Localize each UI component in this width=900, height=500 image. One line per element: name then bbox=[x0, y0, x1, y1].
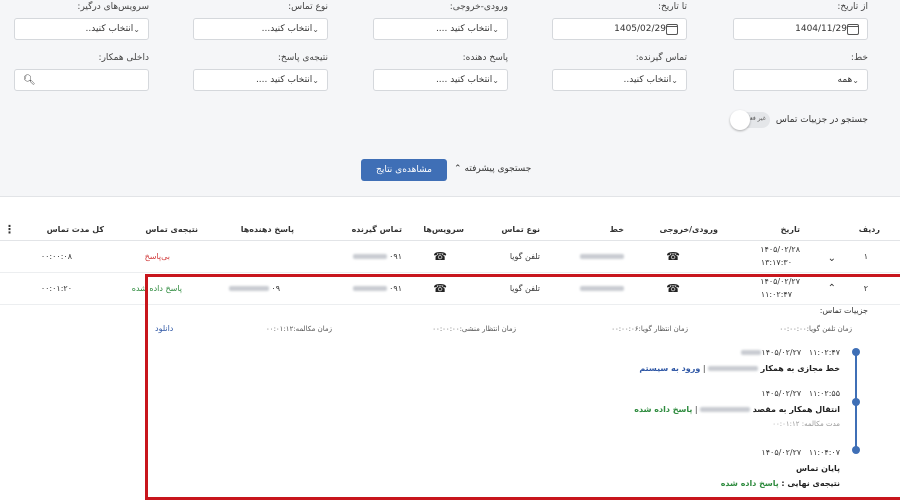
chevron-down-icon[interactable]: ⌄ bbox=[828, 253, 836, 264]
direction-select[interactable]: ⌄ انتخاب کنید .... bbox=[373, 18, 508, 40]
responder-select[interactable]: ⌄ انتخاب کنید .... bbox=[373, 69, 508, 91]
timeline-dot bbox=[852, 446, 860, 454]
extension-input[interactable]: 🔍︎ bbox=[14, 69, 149, 91]
event-result: نتیجه‌ی نهایی : پاسخ داده شده bbox=[720, 479, 840, 488]
row-index: ۱ bbox=[863, 252, 868, 261]
event-title: پایان تماس bbox=[795, 464, 840, 473]
col-callee: تماس گیرنده bbox=[351, 225, 402, 234]
detail-search-toggle-row: جستجو در جزییات تماس غیر فعال bbox=[729, 110, 868, 130]
to-date-label: تا تاریخ: bbox=[657, 2, 687, 12]
from-date-input[interactable]: 1404/11/29 bbox=[733, 18, 868, 40]
chevron-down-icon: ⌄ bbox=[492, 75, 499, 85]
download-link[interactable]: دانلود bbox=[155, 324, 173, 333]
detail-search-label: جستجو در جزییات تماس bbox=[775, 115, 868, 125]
event-title: انتقال همکار به مقصد | پاسخ داده شده bbox=[634, 405, 840, 414]
row-line bbox=[580, 252, 624, 261]
view-results-button[interactable]: مشاهده‌ی نتایج bbox=[361, 159, 447, 181]
filter-panel: از تاریخ: 1404/11/29 تا تاریخ: 1405/02/2… bbox=[0, 0, 900, 196]
event-title: خط مجازی به همکار | ورود به سیستم bbox=[639, 364, 840, 373]
phone-icon: ☎︎ bbox=[433, 250, 447, 263]
chevron-down-icon: ⌄ bbox=[492, 24, 499, 34]
search-icon[interactable]: 🔍︎ bbox=[23, 75, 36, 86]
chevron-down-icon: ⌄ bbox=[671, 75, 678, 85]
responder-label: پاسخ دهنده: bbox=[462, 53, 508, 63]
col-call-type: نوع تماس bbox=[501, 225, 540, 234]
extension-label: داخلی همکار: bbox=[98, 53, 149, 63]
event-datetime: ۱۱:۰۲:۴۷ ۱۴۰۵/۰۲/۲۷ bbox=[741, 348, 840, 357]
to-date-input[interactable]: 1405/02/29 bbox=[552, 18, 687, 40]
services-select[interactable]: ⌄ انتخاب کنید.. bbox=[14, 18, 149, 40]
col-services: سرویس‌ها bbox=[423, 225, 464, 234]
line-label: خط: bbox=[850, 53, 868, 63]
from-date-label: از تاریخ: bbox=[837, 2, 868, 12]
call-type-select[interactable]: ⌄ انتخاب کنید... bbox=[193, 18, 328, 40]
timeline-dot bbox=[852, 398, 860, 406]
col-direction: ورودی/خروجی bbox=[659, 225, 718, 234]
chevron-down-icon: ⌄ bbox=[852, 75, 859, 85]
toggle-knob[interactable] bbox=[729, 110, 750, 130]
detail-search-toggle[interactable]: غیر فعال bbox=[729, 110, 770, 130]
highlight-frame bbox=[145, 274, 900, 500]
col-responders: پاسخ دهنده‌ها bbox=[240, 225, 294, 234]
more-vert-icon[interactable]: ⋮ bbox=[4, 223, 15, 236]
chevron-down-icon: ⌄ bbox=[312, 75, 319, 85]
row-result: بی‌پاسخ bbox=[144, 252, 170, 261]
table-header: ردیف تاریخ ورودی/خروجی خط نوع تماس سرویس… bbox=[0, 219, 900, 241]
calendar-icon[interactable] bbox=[666, 23, 678, 35]
row-date: ۱۴۰۵/۰۲/۲۸ bbox=[760, 245, 800, 254]
ivr-time: زمان تلفن گویا:۰۰:۰۰:۰۰ bbox=[779, 325, 852, 333]
result-select[interactable]: ⌄ انتخاب کنید .... bbox=[193, 69, 328, 91]
ivr-wait: زمان انتظار گویا:۰۰:۰۰:۰۶ bbox=[611, 325, 688, 333]
timeline-dot bbox=[852, 348, 860, 356]
callee-select[interactable]: ⌄ انتخاب کنید.. bbox=[552, 69, 687, 91]
event-datetime: ۱۱:۰۴:۰۷ ۱۴۰۵/۰۲/۲۷ bbox=[761, 448, 840, 457]
row-time: ۱۳:۱۷:۳۰ bbox=[760, 258, 792, 267]
talk-time: زمان مکالمه:۰۰:۰۱:۱۲ bbox=[266, 325, 332, 333]
col-duration: کل مدت تماس bbox=[46, 225, 104, 234]
col-line: خط bbox=[609, 225, 624, 234]
table-row[interactable]: ۱ ⌄ ۱۴۰۵/۰۲/۲۸ ۱۳:۱۷:۳۰ ☎︎ تلفن گویا ☎︎ … bbox=[0, 242, 900, 273]
advanced-search-toggle[interactable]: جستجوی پیشرفته ⌃ bbox=[454, 164, 531, 174]
calendar-icon[interactable] bbox=[847, 23, 859, 35]
secretary-wait: زمان انتظار منشی:۰۰:۰۰:۰۰ bbox=[432, 325, 516, 333]
chevron-up-icon: ⌃ bbox=[454, 164, 462, 174]
event-datetime: ۱۱:۰۲:۵۵ ۱۴۰۵/۰۲/۲۷ bbox=[761, 389, 840, 398]
chevron-down-icon: ⌄ bbox=[312, 24, 319, 34]
direction-label: ورودی-خروجی: bbox=[449, 2, 508, 12]
event-duration: مدت مکالمه: ۰۰:۰۱:۱۲ bbox=[772, 420, 840, 428]
services-label: سرویس‌های درگیر: bbox=[77, 2, 149, 12]
chevron-down-icon: ⌄ bbox=[133, 24, 140, 34]
result-label: نتیجه‌ی پاسخ: bbox=[277, 53, 328, 63]
row-duration: ۰۰:۰۱:۲۰ bbox=[40, 284, 72, 293]
row-callee: ۰۹۱ bbox=[353, 252, 402, 261]
col-index: ردیف bbox=[858, 225, 880, 234]
callee-label: تماس گیرنده: bbox=[635, 53, 687, 63]
col-result: نتیجه‌ی تماس bbox=[145, 225, 198, 234]
advanced-search-label: جستجوی پیشرفته bbox=[464, 164, 532, 174]
line-select[interactable]: ⌄ همه bbox=[733, 69, 868, 91]
call-missed-icon: ☎︎ bbox=[666, 250, 680, 263]
details-title: جزییات تماس: bbox=[819, 306, 868, 315]
call-type-label: نوع تماس: bbox=[288, 2, 328, 12]
col-date: تاریخ bbox=[780, 225, 800, 234]
row-duration: ۰۰:۰۰:۰۸ bbox=[40, 252, 72, 261]
row-call-type: تلفن گویا bbox=[509, 252, 540, 261]
